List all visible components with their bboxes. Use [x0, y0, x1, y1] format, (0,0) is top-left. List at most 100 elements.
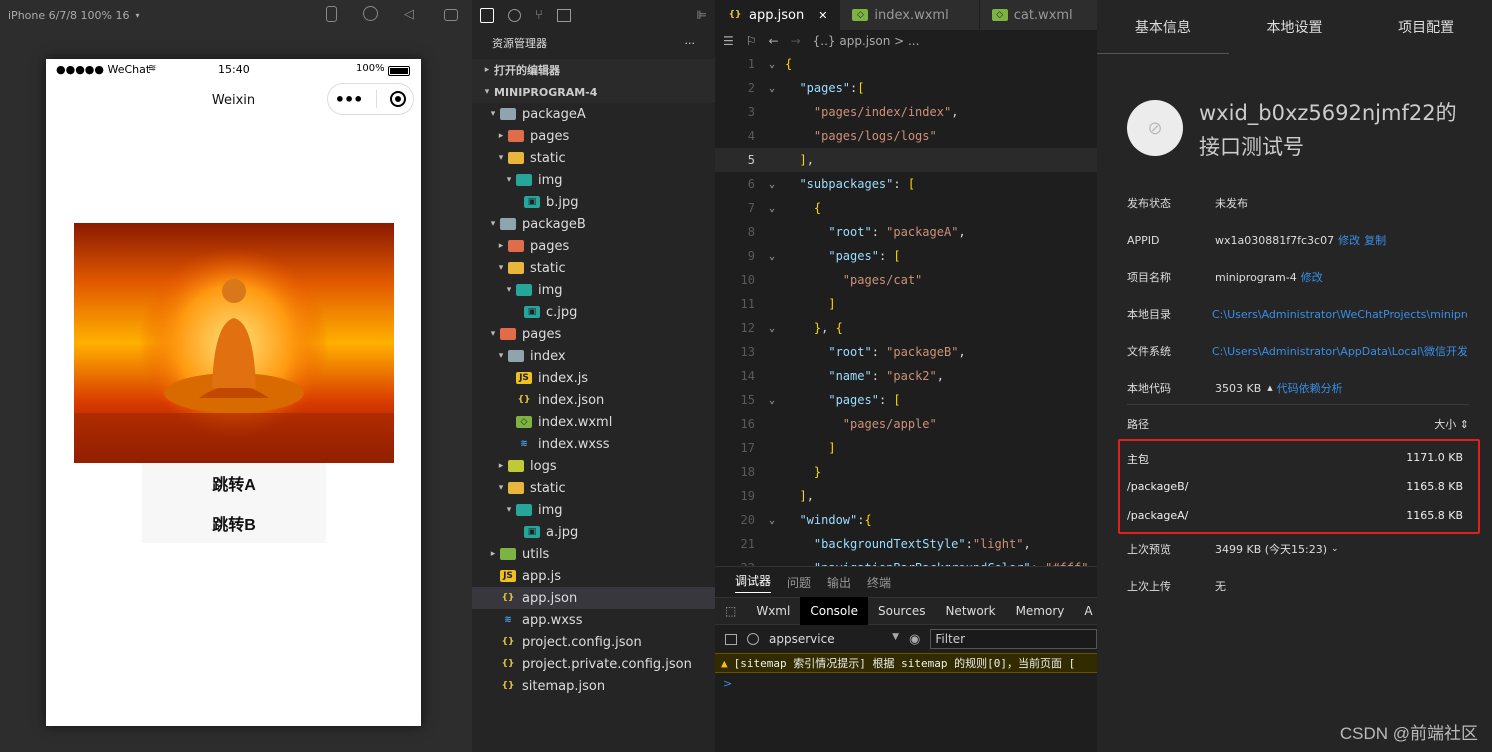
devtools-tab[interactable]: Network [935, 597, 1005, 625]
tree-item[interactable]: ▸ logs [472, 455, 715, 477]
tree-item[interactable]: {} project.private.config.json [472, 653, 715, 675]
chevron-right-icon[interactable]: ▸ [494, 241, 508, 251]
project-section[interactable]: ▾ MINIPROGRAM-4 [472, 81, 715, 103]
tree-item[interactable]: ▸ pages [472, 235, 715, 257]
tree-item[interactable]: JS app.js [472, 565, 715, 587]
chevron-down-icon[interactable]: ▾ [486, 329, 500, 339]
tree-item[interactable]: ▸ pages [472, 125, 715, 147]
context-select[interactable]: appservice ▼ [769, 632, 899, 646]
chevron-down-icon[interactable]: ▾ [494, 263, 508, 273]
tree-item[interactable]: ≋ app.wxss [472, 609, 715, 631]
fold-chevron-icon[interactable]: ⌄ [759, 395, 785, 406]
fold-chevron-icon[interactable]: ⌄ [759, 323, 785, 334]
debug-tab[interactable]: 终端 [867, 574, 891, 591]
close-icon[interactable]: ✕ [818, 9, 827, 22]
tree-item[interactable]: ▾ static [472, 477, 715, 499]
chevron-down-icon[interactable]: ▾ [502, 505, 516, 515]
editor-tab[interactable]: {} app.json ✕ [715, 0, 841, 30]
tree-item[interactable]: ▣ c.jpg [472, 301, 715, 323]
tree-item[interactable]: ▣ a.jpg [472, 521, 715, 543]
jump-a-button[interactable]: 跳转A [142, 463, 326, 503]
info-tab[interactable]: 基本信息 [1097, 0, 1229, 54]
record-icon[interactable] [363, 6, 378, 21]
chevron-right-icon[interactable]: ▸ [494, 461, 508, 471]
tree-item[interactable]: ▣ b.jpg [472, 191, 715, 213]
tree-item[interactable]: {} index.json [472, 389, 715, 411]
list-icon[interactable]: ☰ [723, 34, 734, 48]
more-icon[interactable]: ··· [685, 37, 696, 50]
debug-tab[interactable]: 调试器 [735, 572, 772, 593]
more-dots-icon[interactable]: ••• [335, 90, 364, 109]
chevron-down-icon[interactable]: ▾ [502, 175, 516, 185]
tree-item[interactable]: ▾ pages [472, 323, 715, 345]
fold-chevron-icon[interactable]: ⌄ [759, 59, 785, 70]
devtools-tab[interactable]: Console [800, 597, 868, 625]
capsule-menu[interactable]: ••• [327, 83, 414, 115]
tree-item[interactable]: ▾ packageB [472, 213, 715, 235]
tree-item[interactable]: ◇ index.wxml [472, 411, 715, 433]
info-tab[interactable]: 项目配置 [1360, 0, 1492, 54]
tree-item[interactable]: ▾ img [472, 169, 715, 191]
extensions-icon[interactable] [556, 8, 571, 22]
tree-item[interactable]: ▾ static [472, 147, 715, 169]
sidebar-toggle-icon[interactable] [725, 633, 737, 645]
tree-item[interactable]: {} app.json [472, 587, 715, 609]
info-tab[interactable]: 本地设置 [1229, 0, 1361, 54]
breadcrumb-path[interactable]: {..} app.json > ... [813, 34, 920, 48]
chevron-down-icon[interactable]: ▾ [502, 285, 516, 295]
console-prompt[interactable]: > [715, 673, 1097, 693]
info-row-value[interactable]: C:\Users\Administrator\AppData\Local\微信开… [1212, 343, 1467, 359]
chevron-down-icon[interactable]: ⌄ [1331, 544, 1339, 554]
tree-item[interactable]: ≋ index.wxss [472, 433, 715, 455]
window-icon[interactable] [444, 9, 458, 21]
tree-item[interactable]: ▾ index [472, 345, 715, 367]
chevron-down-icon[interactable]: ▾ [135, 11, 139, 20]
debug-tab[interactable]: 输出 [827, 574, 851, 591]
collapse-panel-icon[interactable]: ⊫ [697, 8, 707, 22]
fold-chevron-icon[interactable]: ⌄ [759, 179, 785, 190]
tree-item[interactable]: ▾ static [472, 257, 715, 279]
chevron-right-icon[interactable]: ▸ [494, 131, 508, 141]
tree-item[interactable]: ▾ img [472, 499, 715, 521]
tree-item[interactable]: {} sitemap.json [472, 675, 715, 697]
link-dependency-analysis[interactable]: 代码依赖分析 [1277, 380, 1343, 396]
link-edit[interactable]: 修改 [1338, 232, 1360, 248]
fold-chevron-icon[interactable]: ⌄ [759, 203, 785, 214]
files-icon[interactable] [480, 7, 494, 23]
chevron-down-icon[interactable]: ▾ [486, 219, 500, 229]
devtools-tab[interactable]: Memory [1006, 597, 1075, 625]
link-edit[interactable]: 修改 [1301, 269, 1323, 285]
tree-item[interactable]: {} project.config.json [472, 631, 715, 653]
filter-input[interactable]: Filter [930, 629, 1097, 649]
close-target-icon[interactable] [390, 91, 407, 107]
devtools-tab[interactable]: Wxml [746, 597, 800, 625]
info-row-value[interactable]: C:\Users\Administrator\WeChatProjects\mi… [1212, 308, 1467, 321]
chevron-down-icon[interactable]: ▾ [486, 109, 500, 119]
phone-icon[interactable] [326, 6, 337, 22]
device-selector[interactable]: iPhone 6/7/8 100% 16 [8, 9, 129, 22]
chevron-right-icon[interactable]: ▸ [486, 549, 500, 559]
jump-b-button[interactable]: 跳转B [142, 503, 326, 543]
clear-console-icon[interactable] [747, 633, 759, 645]
chevron-down-icon[interactable]: ▾ [494, 351, 508, 361]
back-arrow-icon[interactable]: ← [769, 34, 779, 48]
bookmark-icon[interactable]: ⚐ [746, 34, 757, 48]
devtools-tab[interactable]: Sources [868, 597, 935, 625]
search-icon[interactable] [508, 8, 521, 22]
inspect-icon[interactable]: ⬚ [715, 597, 746, 625]
code-area[interactable]: 1 ⌄{2 ⌄ "pages":[3 "pages/index/index", 4 "… [715, 52, 1097, 566]
tree-item[interactable]: ▾ img [472, 279, 715, 301]
size-sort-header[interactable]: 大小 ⇕ [1434, 416, 1469, 432]
tree-item[interactable]: ▸ utils [472, 543, 715, 565]
editor-tab[interactable]: ◇ cat.wxml [979, 0, 1104, 30]
caret-up-icon[interactable]: ▲ [1267, 384, 1272, 392]
eye-icon[interactable]: ◉ [909, 632, 920, 647]
fold-chevron-icon[interactable]: ⌄ [759, 251, 785, 262]
chevron-down-icon[interactable]: ▾ [494, 153, 508, 163]
link-copy[interactable]: 复制 [1364, 232, 1386, 248]
forward-arrow-icon[interactable]: → [791, 34, 801, 48]
editor-tab[interactable]: ◇ index.wxml [840, 0, 980, 30]
tree-item[interactable]: JS index.js [472, 367, 715, 389]
debug-tab[interactable]: 问题 [787, 574, 811, 591]
tree-item[interactable]: ▾ packageA [472, 103, 715, 125]
